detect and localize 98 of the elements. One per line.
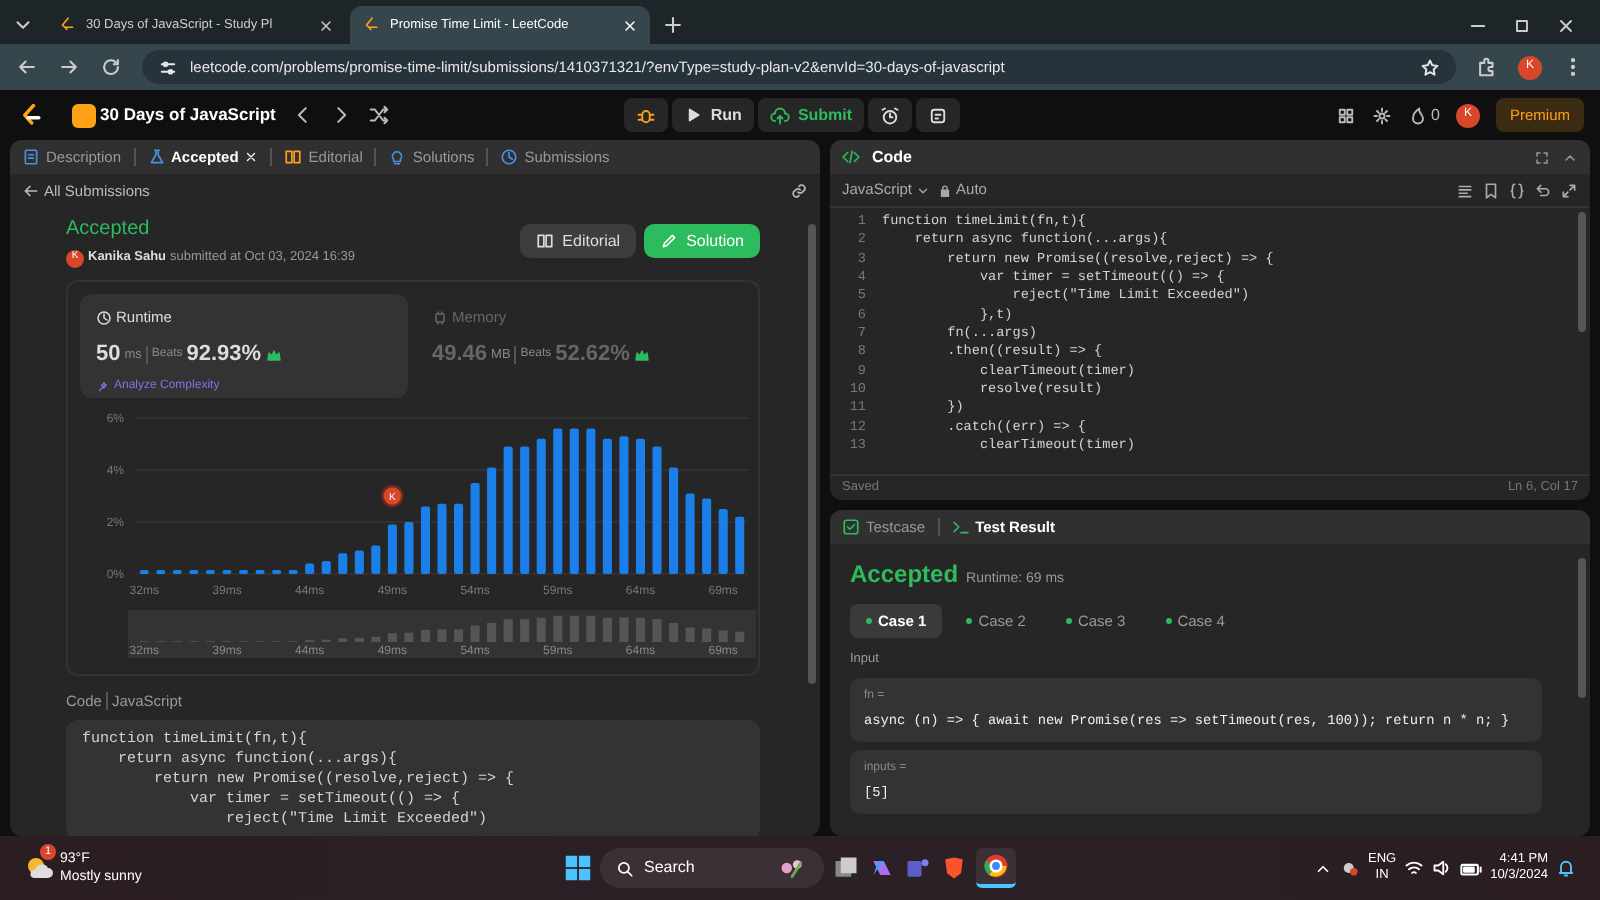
- result-status: Accepted: [850, 558, 959, 592]
- weather-icon[interactable]: [24, 852, 56, 884]
- bookmark-star-icon[interactable]: [1420, 57, 1440, 77]
- chart-bar[interactable]: [354, 550, 364, 574]
- pass-dot-icon: [1065, 618, 1072, 625]
- submission-status: Accepted: [66, 216, 152, 245]
- chip-icon: [432, 309, 448, 326]
- bookmark-icon[interactable]: [1482, 181, 1500, 199]
- record-icon[interactable]: [1339, 858, 1360, 878]
- panel-title: Code: [872, 145, 912, 169]
- checkbox-icon: [842, 518, 860, 536]
- chart-bar[interactable]: [487, 467, 497, 574]
- forward-icon[interactable]: [58, 56, 80, 78]
- clock-icon: [96, 309, 112, 326]
- chart-bar[interactable]: [702, 498, 712, 574]
- description-icon: [22, 148, 40, 166]
- play-icon: [684, 106, 703, 124]
- reload-icon[interactable]: [100, 56, 122, 78]
- clock-icon: [500, 148, 519, 166]
- editorial-button[interactable]: Editorial: [520, 224, 637, 259]
- chart-bar[interactable]: [536, 438, 546, 574]
- streak-counter[interactable]: 0: [1407, 103, 1440, 127]
- stat-value: 50: [96, 340, 121, 371]
- chart-bar[interactable]: [718, 509, 728, 574]
- pass-dot-icon: [1165, 618, 1172, 625]
- browser-icon: [982, 852, 1010, 880]
- chart-bar[interactable]: [321, 561, 331, 574]
- chart-bar[interactable]: [569, 428, 579, 574]
- code-icon: [842, 148, 860, 166]
- fire-icon: [1407, 105, 1428, 125]
- bulb-icon: [388, 148, 407, 166]
- chart-bar[interactable]: [454, 503, 464, 574]
- collapse-icon[interactable]: [1562, 149, 1578, 165]
- notes-button[interactable]: [916, 98, 961, 132]
- favicon-icon: [362, 16, 380, 34]
- study-plan-title[interactable]: 30 Days of JavaScript: [100, 102, 276, 128]
- chart-bar[interactable]: [602, 438, 612, 574]
- expand-icon[interactable]: [1560, 181, 1578, 199]
- chart-bar[interactable]: [305, 563, 315, 574]
- chart-bar[interactable]: [735, 516, 745, 574]
- back-arrow-icon[interactable]: [22, 182, 40, 201]
- format-icon[interactable]: [1456, 181, 1474, 199]
- volume-icon[interactable]: [1432, 858, 1453, 878]
- timer-button[interactable]: [868, 98, 913, 132]
- shuffle-icon[interactable]: [367, 104, 390, 126]
- book-icon: [536, 232, 555, 251]
- new-tab-icon[interactable]: [662, 14, 684, 36]
- flask-icon: [147, 148, 166, 166]
- braces-icon[interactable]: [1508, 181, 1526, 199]
- link-icon[interactable]: [790, 182, 808, 201]
- chart-bar[interactable]: [553, 428, 563, 574]
- chart-bar[interactable]: [520, 446, 530, 574]
- caret-icon: [916, 183, 931, 197]
- crown-icon: [265, 347, 282, 363]
- reset-icon[interactable]: [1534, 181, 1552, 199]
- run-button[interactable]: Run: [672, 98, 754, 132]
- chart-bar[interactable]: [387, 524, 397, 574]
- wifi-icon[interactable]: [1404, 858, 1425, 878]
- windows-start-icon[interactable]: [564, 854, 592, 882]
- upload-icon: [769, 105, 790, 125]
- sparkle-icon: [96, 379, 110, 394]
- site-info-icon[interactable]: [158, 57, 178, 77]
- maximize-icon[interactable]: [1512, 15, 1532, 35]
- notification-bell-icon[interactable]: [1556, 858, 1576, 878]
- close-icon[interactable]: [1556, 15, 1576, 35]
- alarm-icon: [880, 105, 901, 125]
- pass-dot-icon: [866, 618, 872, 625]
- beats-value: 52.62%: [555, 340, 630, 371]
- edit-icon: [660, 232, 679, 251]
- chart-bar[interactable]: [371, 545, 381, 574]
- chart-bar[interactable]: [635, 438, 646, 574]
- taskbar-search[interactable]: Search: [600, 848, 824, 888]
- terminal-icon: [951, 518, 970, 536]
- debug-button[interactable]: [624, 98, 669, 132]
- search-icon: [616, 859, 634, 877]
- note-icon: [928, 105, 949, 125]
- browser-taskbar-button[interactable]: [976, 848, 1016, 888]
- chart-bar[interactable]: [669, 467, 679, 574]
- bug-icon: [636, 105, 657, 125]
- close-icon[interactable]: [318, 17, 334, 33]
- favicon-icon: [58, 16, 76, 34]
- submit-button[interactable]: Submit: [757, 98, 865, 132]
- flower-drawing: [776, 854, 808, 882]
- stat-value: 49.46: [432, 340, 488, 371]
- lock-icon: [938, 183, 953, 197]
- layout-icon[interactable]: [1335, 105, 1356, 125]
- extensions-icon[interactable]: [1476, 56, 1498, 78]
- book-icon: [284, 148, 303, 166]
- task-view-icon[interactable]: [832, 854, 860, 882]
- settings-icon[interactable]: [1371, 105, 1392, 125]
- study-plan-icon: [72, 103, 96, 127]
- chart-bar[interactable]: [338, 553, 348, 574]
- crown-icon: [633, 347, 650, 363]
- fullscreen-icon[interactable]: [1534, 149, 1550, 165]
- pass-dot-icon: [966, 618, 973, 625]
- beats-value: 92.93%: [186, 340, 262, 371]
- back-icon[interactable]: [16, 56, 38, 78]
- chart-bar[interactable]: [420, 506, 430, 574]
